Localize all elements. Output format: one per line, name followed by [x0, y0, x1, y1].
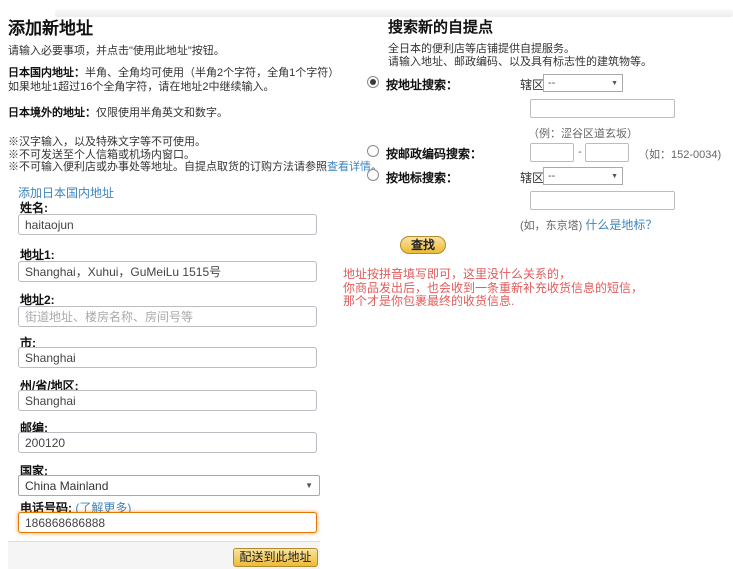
search-by-address-label: 按地址搜索：: [386, 76, 458, 93]
pickup-desc-2: 请输入地址、邮政编码、以及具有标志性的建筑物等。: [388, 53, 652, 69]
country-select-value: China Mainland: [25, 479, 108, 493]
find-button[interactable]: 查找: [400, 236, 446, 254]
page-title: 添加新地址: [8, 14, 93, 39]
radio-search-by-zip[interactable]: [367, 145, 379, 157]
note-line-1: ※汉字输入，以及特殊文字等不可使用。: [8, 136, 206, 148]
chevron-down-icon: ▼: [305, 481, 313, 490]
address2-input[interactable]: [18, 306, 317, 327]
zip-search-input-1[interactable]: [530, 143, 574, 162]
note-line-3: ※不可输入便利店或办事处等地址。自提点取货的订购方法请参照: [8, 161, 327, 173]
domestic-rules-text2: 如果地址1超过16个全角字符，请在地址2中继续输入。: [8, 81, 274, 93]
see-details-link[interactable]: 查看详情: [327, 161, 371, 173]
chevron-down-icon: ▼: [611, 80, 618, 87]
district-select-value: --: [548, 77, 555, 89]
restriction-notes: ※汉字输入，以及特殊文字等不可使用。 ※不可发送至个人信箱或机场内窗口。 ※不可…: [8, 136, 382, 174]
zip-example-text: （如：152-0034): [638, 146, 721, 162]
annotation-line-2: 你商品发出后，也会收到一条重新补充收货信息的短信，: [343, 281, 643, 295]
ship-to-this-address-button[interactable]: 配送到此地址: [233, 548, 318, 567]
address1-input[interactable]: [18, 261, 317, 282]
landmark-example: (如，东京塔) 什么是地标？: [520, 216, 657, 233]
overseas-rules: 日本境外的地址：仅限使用半角英文和数字。: [8, 106, 228, 120]
overseas-rules-text: 仅限使用半角英文和数字。: [96, 107, 228, 119]
note-line-2: ※不可发送至个人信箱或机场内窗口。: [8, 149, 195, 161]
annotation-line-3: 那个才是你包裹最终的收货信息.: [343, 294, 514, 308]
state-input[interactable]: [18, 390, 317, 411]
annotation-line-1: 地址按拼音填写即可，这里没什么关系的，: [343, 267, 571, 281]
zip-input[interactable]: [18, 432, 317, 453]
district-select[interactable]: -- ▼: [543, 74, 623, 92]
what-is-landmark-link[interactable]: 什么是地标？: [585, 218, 657, 232]
domestic-rules-text: 半角、全角均可使用（半角2个字符，全角1个字符）: [85, 67, 339, 79]
intro-text: 请输入必要事项，并点击"使用此地址"按钮。: [8, 42, 225, 58]
domestic-rules-label: 日本国内地址：: [8, 67, 85, 79]
phone-input[interactable]: [18, 512, 317, 533]
chevron-down-icon: ▼: [611, 173, 618, 180]
district2-select[interactable]: -- ▼: [543, 167, 623, 185]
pickup-search-title: 搜索新的自提点: [388, 16, 493, 37]
zip-dash: -: [578, 146, 582, 158]
country-select[interactable]: China Mainland ▼: [18, 475, 320, 496]
landmark-example-text: (如，东京塔): [520, 220, 582, 232]
search-by-landmark-label: 按地标搜索：: [386, 169, 458, 186]
radio-search-by-landmark[interactable]: [367, 169, 379, 181]
domestic-rules: 日本国内地址：半角、全角均可使用（半角2个字符，全角1个字符） 如果地址1超过1…: [8, 66, 339, 94]
overseas-rules-label: 日本境外的地址：: [8, 107, 96, 119]
name-input[interactable]: [18, 214, 317, 235]
radio-search-by-address[interactable]: [367, 76, 379, 88]
zip-search-input-2[interactable]: [585, 143, 629, 162]
address-search-input[interactable]: [530, 99, 675, 118]
search-by-zip-label: 按邮政编码搜索：: [386, 145, 482, 162]
landmark-search-input[interactable]: [530, 191, 675, 210]
district2-select-value: --: [548, 170, 555, 182]
annotation-note: 地址按拼音填写即可，这里没什么关系的， 你商品发出后，也会收到一条重新补充收货信…: [343, 268, 643, 309]
address-example-text: （例：涩谷区道玄坂）: [528, 125, 638, 141]
city-input[interactable]: [18, 347, 317, 368]
